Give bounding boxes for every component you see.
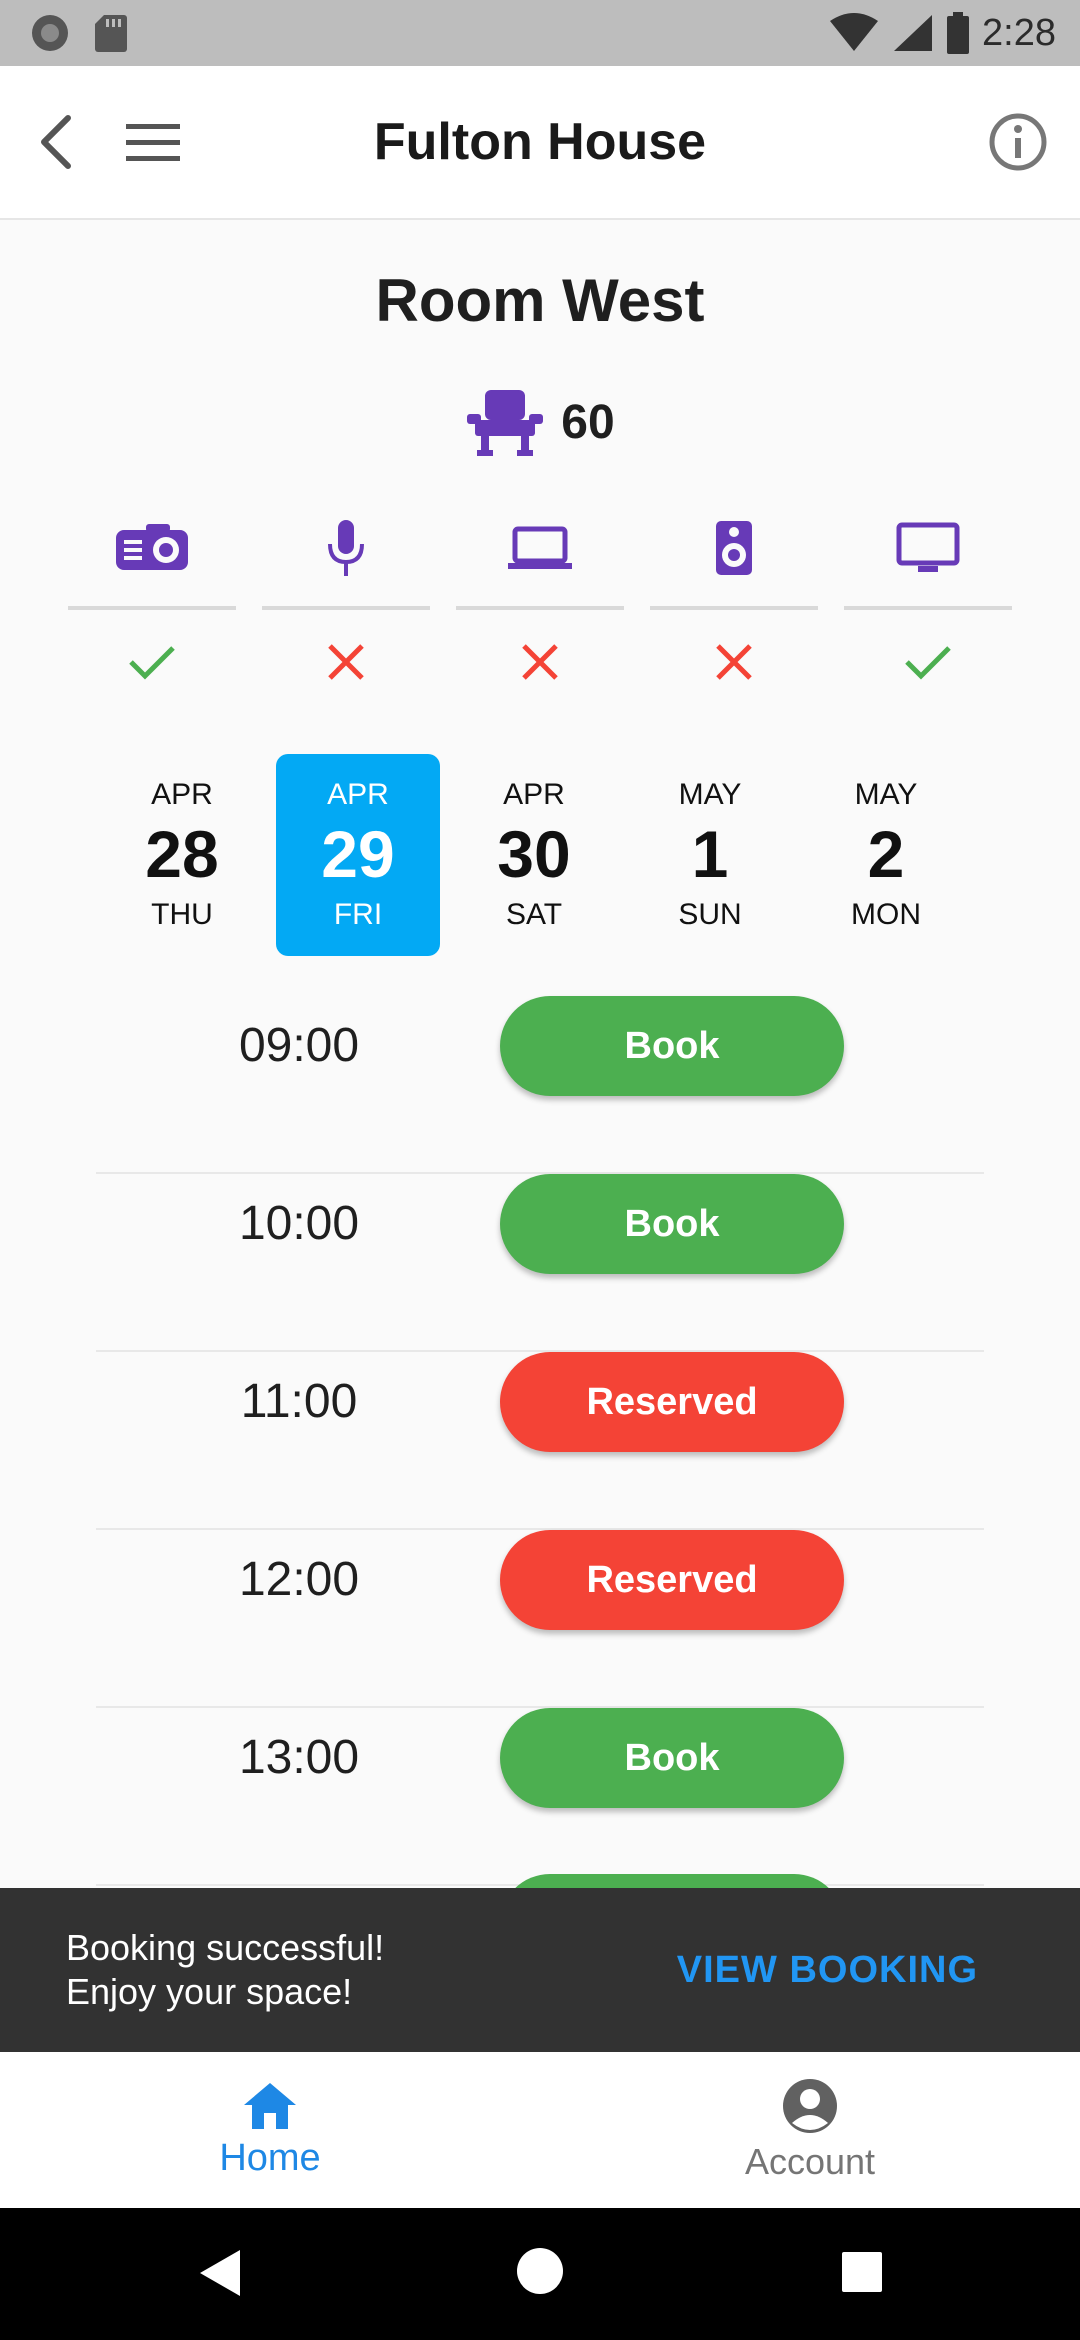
home-circle-icon[interactable] xyxy=(515,2246,565,2296)
snackbar-message: Booking successful! Enjoy your space! xyxy=(66,1926,384,2014)
record-icon xyxy=(32,15,68,51)
check-icon xyxy=(129,646,175,680)
slot-time: 12:00 xyxy=(238,1553,360,1606)
status-bar: 2:28 xyxy=(0,0,1080,66)
wifi-icon xyxy=(830,13,879,51)
date-day: 2 xyxy=(867,817,905,891)
book-button[interactable]: Book xyxy=(500,1174,844,1274)
page-title: Fulton House xyxy=(373,113,707,171)
reserved-button[interactable]: Reserved xyxy=(500,1352,844,1452)
battery-icon xyxy=(947,12,970,54)
time-slot-list: 09:00 Book 10:00 Book 11:00 Reserved 12:… xyxy=(96,996,984,1886)
signal-icon xyxy=(894,15,933,51)
system-nav-bar xyxy=(0,2208,1080,2340)
date-selector: APR 28 THU APR 29 FRI APR 30 SAT MAY 1 S… xyxy=(100,754,968,956)
capacity: 60 xyxy=(0,386,1080,458)
time-slot-row: 11:00 Reserved xyxy=(96,1352,984,1530)
time-slot-row: 12:00 Reserved xyxy=(96,1530,984,1708)
nav-account-label: Account xyxy=(744,2141,876,2182)
nav-home-label: Home xyxy=(219,2136,321,2179)
date-may-2[interactable]: MAY 2 MON xyxy=(804,754,968,956)
check-icon xyxy=(905,646,951,680)
projector-icon xyxy=(116,524,188,570)
reserved-button[interactable]: Reserved xyxy=(500,1530,844,1630)
date-weekday: MON xyxy=(851,898,921,931)
date-weekday: SAT xyxy=(505,898,563,931)
book-button[interactable]: Book xyxy=(500,1708,844,1808)
date-month: APR xyxy=(151,778,213,811)
snackbar-line-1: Booking successful! xyxy=(66,1927,385,1968)
date-day: 28 xyxy=(145,817,219,891)
amenities-row xyxy=(68,516,1012,690)
monitor-icon xyxy=(896,522,960,572)
slot-time: 13:00 xyxy=(238,1731,360,1784)
date-month: APR xyxy=(503,778,565,811)
divider xyxy=(456,606,624,610)
amenity-projector xyxy=(68,516,236,690)
cross-icon xyxy=(716,644,752,680)
home-icon xyxy=(244,2082,296,2129)
sd-card-icon xyxy=(95,15,127,52)
room-name: Room West xyxy=(375,267,705,334)
time-slot-row: 10:00 Book xyxy=(96,1174,984,1352)
speaker-icon xyxy=(716,521,752,575)
date-weekday: FRI xyxy=(333,898,383,931)
date-day: 30 xyxy=(497,817,571,891)
recents-icon[interactable] xyxy=(840,2250,884,2294)
date-month: MAY xyxy=(678,778,742,811)
status-time: 2:28 xyxy=(982,11,1056,54)
date-apr-28[interactable]: APR 28 THU xyxy=(100,754,264,956)
snackbar: Booking successful! Enjoy your space! VI… xyxy=(0,1888,1080,2052)
date-day: 1 xyxy=(691,817,729,891)
info-icon[interactable] xyxy=(986,110,1050,174)
microphone-icon xyxy=(328,520,364,576)
back-icon[interactable] xyxy=(196,2248,242,2298)
date-month: APR xyxy=(327,778,389,811)
seat-icon xyxy=(467,390,544,456)
date-may-1[interactable]: MAY 1 SUN xyxy=(628,754,792,956)
time-slot-row: 09:00 Book xyxy=(96,996,984,1174)
divider xyxy=(68,606,236,610)
divider xyxy=(844,606,1012,610)
cross-icon xyxy=(522,644,558,680)
date-apr-29[interactable]: APR 29 FRI xyxy=(276,754,440,956)
cross-icon xyxy=(328,644,364,680)
date-day: 29 xyxy=(321,817,395,891)
date-weekday: THU xyxy=(151,898,213,931)
divider xyxy=(262,606,430,610)
amenity-laptop xyxy=(456,516,624,690)
amenity-speaker xyxy=(650,516,818,690)
slot-time: 10:00 xyxy=(238,1197,360,1250)
view-booking-button[interactable]: VIEW BOOKING xyxy=(677,1949,978,1992)
laptop-icon xyxy=(508,526,572,569)
capacity-value: 60 xyxy=(561,395,615,449)
amenity-microphone xyxy=(262,516,430,690)
app-bar: Fulton House xyxy=(0,66,1080,220)
account-icon xyxy=(783,2079,837,2133)
snackbar-line-2: Enjoy your space! xyxy=(66,1971,353,2012)
nav-home[interactable]: Home xyxy=(0,2052,540,2208)
book-button[interactable]: Book xyxy=(500,996,844,1096)
date-apr-30[interactable]: APR 30 SAT xyxy=(452,754,616,956)
time-slot-row: 13:00 Book xyxy=(96,1708,984,1886)
slot-time: 11:00 xyxy=(240,1375,358,1428)
divider xyxy=(650,606,818,610)
slot-time: 09:00 xyxy=(238,1019,360,1072)
nav-account[interactable]: Account xyxy=(540,2052,1080,2208)
bottom-nav: Home Account xyxy=(0,2052,1080,2208)
date-weekday: SUN xyxy=(678,898,742,931)
date-month: MAY xyxy=(854,778,918,811)
amenity-monitor xyxy=(844,516,1012,690)
